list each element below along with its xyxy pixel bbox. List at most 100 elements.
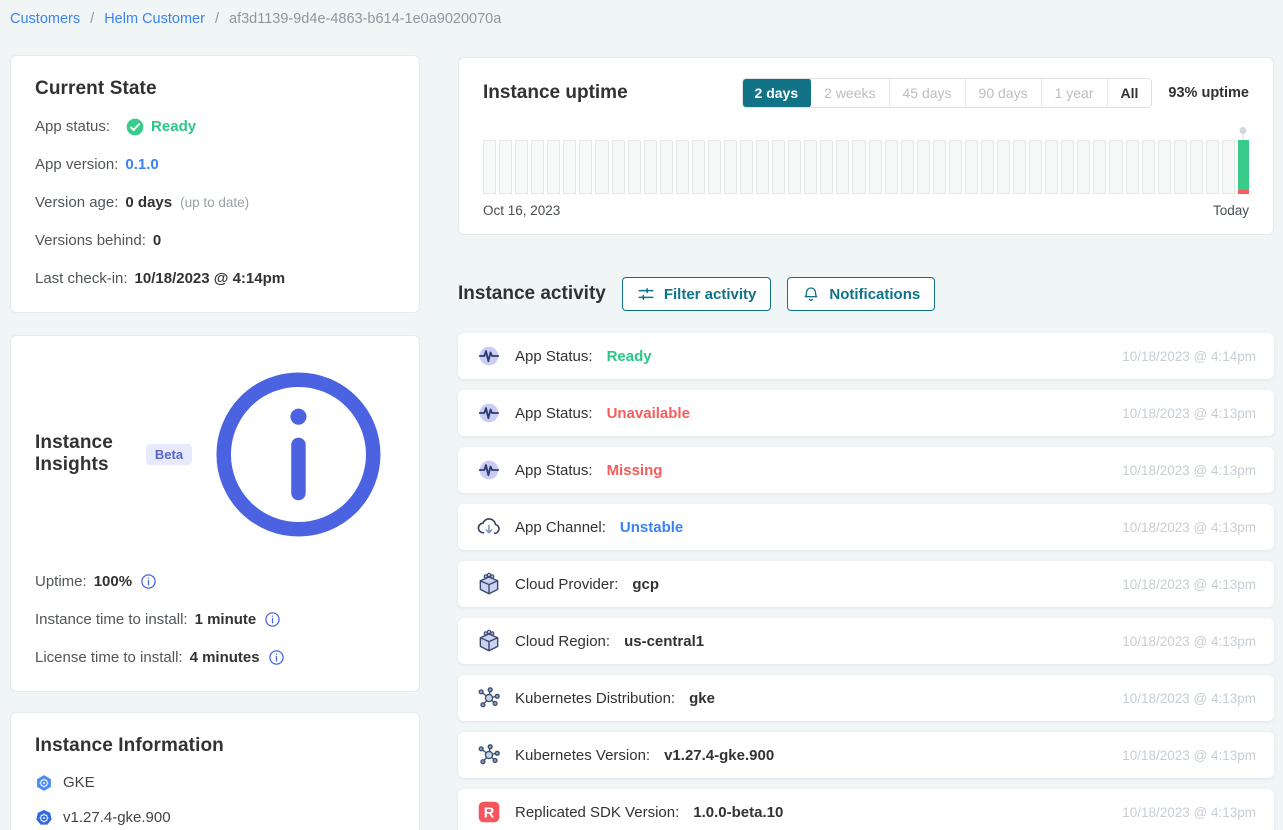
uptime-bar[interactable] xyxy=(579,140,592,194)
uptime-bar[interactable] xyxy=(1174,140,1187,194)
check-circle-icon xyxy=(125,117,145,137)
uptime-bar[interactable] xyxy=(1206,140,1219,194)
last-checkin-label: Last check-in: xyxy=(35,268,128,290)
uptime-bar[interactable] xyxy=(804,140,817,194)
uptime-bar[interactable] xyxy=(595,140,608,194)
uptime-bar[interactable] xyxy=(917,140,930,194)
uptime-bar[interactable] xyxy=(563,140,576,194)
uptime-bar[interactable] xyxy=(1077,140,1090,194)
uptime-bar[interactable] xyxy=(852,140,865,194)
uptime-bar[interactable] xyxy=(628,140,641,194)
pulse-icon xyxy=(476,343,502,369)
activity-row[interactable]: Cloud Provider: gcp 10/18/2023 @ 4:13pm xyxy=(458,561,1274,607)
info-icon[interactable] xyxy=(264,611,281,628)
range-button-all[interactable]: All xyxy=(1107,79,1152,107)
range-button-2-days[interactable]: 2 days xyxy=(742,78,812,108)
notifications-button[interactable]: Notifications xyxy=(787,277,935,311)
activity-label: Cloud Provider: xyxy=(515,576,618,593)
activity-row[interactable]: RReplicated SDK Version:1.0.0-beta.1010/… xyxy=(458,789,1274,830)
uptime-bar[interactable] xyxy=(676,140,689,194)
activity-value: gke xyxy=(689,690,715,707)
breadcrumb-link-customer[interactable]: Helm Customer xyxy=(104,11,205,27)
activity-row[interactable]: App Status:Ready10/18/2023 @ 4:14pm xyxy=(458,333,1274,379)
uptime-bar[interactable] xyxy=(885,140,898,194)
uptime-bar[interactable] xyxy=(1190,140,1203,194)
uptime-bar[interactable] xyxy=(483,140,496,194)
filter-activity-button[interactable]: Filter activity xyxy=(622,277,772,311)
info-icon[interactable] xyxy=(268,649,285,666)
uptime-bar[interactable] xyxy=(612,140,625,194)
range-button-2-weeks[interactable]: 2 weeks xyxy=(810,79,888,107)
instance-insights-title: Instance Insights xyxy=(35,432,136,476)
last-checkin-row: Last check-in: 10/18/2023 @ 4:14pm xyxy=(35,268,395,290)
uptime-bar[interactable] xyxy=(1222,140,1235,194)
uptime-bar[interactable] xyxy=(1109,140,1122,194)
range-button-45-days[interactable]: 45 days xyxy=(889,79,965,107)
activity-timestamp: 10/18/2023 @ 4:13pm xyxy=(1122,634,1256,649)
uptime-bar[interactable] xyxy=(901,140,914,194)
activity-label: Kubernetes Version: xyxy=(515,747,650,764)
uptime-bar[interactable] xyxy=(949,140,962,194)
uptime-bar[interactable] xyxy=(1093,140,1106,194)
uptime-bar-current[interactable] xyxy=(1238,140,1249,194)
version-age-label: Version age: xyxy=(35,192,118,214)
activity-row[interactable]: Kubernetes Version:v1.27.4-gke.90010/18/… xyxy=(458,732,1274,778)
instance-info-item: v1.27.4-gke.900 xyxy=(35,809,395,827)
uptime-bar[interactable] xyxy=(1045,140,1058,194)
uptime-bar[interactable] xyxy=(788,140,801,194)
uptime-bar[interactable] xyxy=(997,140,1010,194)
activity-value: gcp xyxy=(632,576,659,593)
uptime-bar[interactable] xyxy=(740,140,753,194)
uptime-bar[interactable] xyxy=(933,140,946,194)
uptime-value: 100% xyxy=(94,571,132,593)
uptime-bar[interactable] xyxy=(708,140,721,194)
activity-timestamp: 10/18/2023 @ 4:13pm xyxy=(1122,805,1256,820)
instance-info-text: v1.27.4-gke.900 xyxy=(63,809,171,826)
activity-row[interactable]: Kubernetes Distribution:gke10/18/2023 @ … xyxy=(458,675,1274,721)
chart-end-label: Today xyxy=(1213,203,1249,218)
breadcrumb-link-customers[interactable]: Customers xyxy=(10,11,80,27)
uptime-bar[interactable] xyxy=(660,140,673,194)
uptime-bar[interactable] xyxy=(820,140,833,194)
uptime-bar[interactable] xyxy=(965,140,978,194)
uptime-bar[interactable] xyxy=(1029,140,1042,194)
version-age-row: Version age: 0 days (up to date) xyxy=(35,192,395,214)
uptime-bar[interactable] xyxy=(1126,140,1139,194)
uptime-bar[interactable] xyxy=(1013,140,1026,194)
activity-row[interactable]: App Status:Unavailable10/18/2023 @ 4:13p… xyxy=(458,390,1274,436)
instance-install-row: Instance time to install: 1 minute xyxy=(35,609,395,631)
app-version-label: App version: xyxy=(35,154,118,176)
activity-label: Replicated SDK Version: xyxy=(515,804,679,821)
replicated-icon: R xyxy=(476,799,502,825)
breadcrumb: Customers / Helm Customer / af3d1139-9d4… xyxy=(10,11,501,27)
uptime-bar[interactable] xyxy=(772,140,785,194)
uptime-bar[interactable] xyxy=(724,140,737,194)
uptime-bar[interactable] xyxy=(499,140,512,194)
activity-row[interactable]: App Channel:Unstable10/18/2023 @ 4:13pm xyxy=(458,504,1274,550)
network-icon xyxy=(476,685,502,711)
info-icon[interactable] xyxy=(202,358,395,551)
uptime-bar[interactable] xyxy=(644,140,657,194)
last-checkin-value: 10/18/2023 @ 4:14pm xyxy=(135,268,286,290)
uptime-bar[interactable] xyxy=(515,140,528,194)
activity-label: App Status: xyxy=(515,462,593,479)
activity-row[interactable]: App Status:Missing10/18/2023 @ 4:13pm xyxy=(458,447,1274,493)
activity-row[interactable]: Cloud Region:us-central110/18/2023 @ 4:1… xyxy=(458,618,1274,664)
uptime-bar[interactable] xyxy=(547,140,560,194)
app-version-link[interactable]: 0.1.0 xyxy=(125,154,158,176)
range-button-90-days[interactable]: 90 days xyxy=(965,79,1041,107)
uptime-bar[interactable] xyxy=(1061,140,1074,194)
breadcrumb-separator: / xyxy=(90,11,94,27)
uptime-bar[interactable] xyxy=(1158,140,1171,194)
uptime-bar[interactable] xyxy=(531,140,544,194)
activity-timestamp: 10/18/2023 @ 4:13pm xyxy=(1122,577,1256,592)
sliders-icon xyxy=(637,285,655,303)
uptime-bar[interactable] xyxy=(1142,140,1155,194)
uptime-bar[interactable] xyxy=(869,140,882,194)
uptime-bar[interactable] xyxy=(981,140,994,194)
uptime-bar[interactable] xyxy=(692,140,705,194)
uptime-bar[interactable] xyxy=(756,140,769,194)
info-icon[interactable] xyxy=(140,573,157,590)
uptime-bar[interactable] xyxy=(836,140,849,194)
range-button-1-year[interactable]: 1 year xyxy=(1041,79,1107,107)
